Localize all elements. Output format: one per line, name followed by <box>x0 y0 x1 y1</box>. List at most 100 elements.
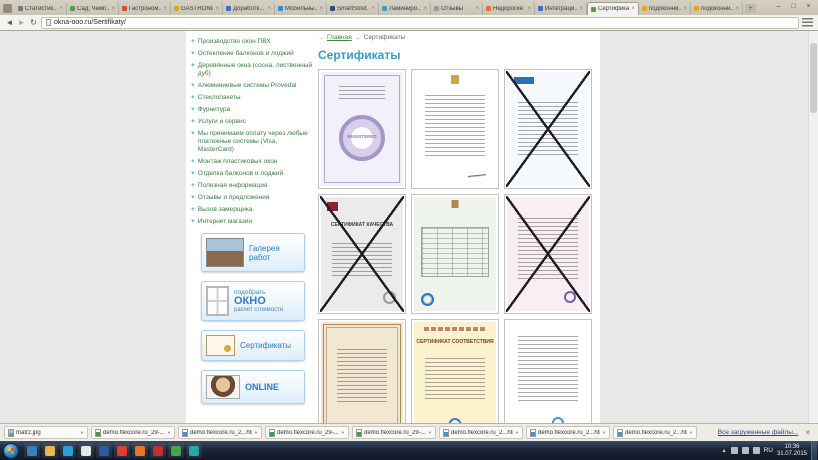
tab-close-icon[interactable]: × <box>215 6 219 12</box>
browser-tab[interactable]: Отзывы × <box>431 2 483 15</box>
show-all-downloads-link[interactable]: Все загруженные файлы... <box>718 429 799 436</box>
sidebar-menu-item[interactable]: + Отделка балконов и лоджий <box>191 170 315 178</box>
sidebar-menu-item[interactable]: + Монтаж пластиковых окон <box>191 158 315 166</box>
taskbar-app-icon[interactable] <box>132 443 148 458</box>
window-calculator-widget[interactable]: подобрать ОКНО расчет стоимости <box>201 281 305 321</box>
sidebar-menu-item[interactable]: + Услуги и сервис <box>191 118 315 126</box>
minimize-button[interactable]: – <box>771 1 786 12</box>
language-indicator[interactable]: RU <box>764 447 773 454</box>
download-item[interactable]: demo.flexcore.ru_2...html ▼ <box>178 426 262 439</box>
sidebar-menu-item[interactable]: + Фурнитура <box>191 106 315 114</box>
tab-close-icon[interactable]: × <box>527 6 531 12</box>
taskbar-app-icon[interactable] <box>186 443 202 458</box>
download-menu-caret-icon[interactable]: ▼ <box>428 430 432 435</box>
gallery-widget[interactable]: Галерея работ <box>201 233 305 272</box>
taskbar-app-icon[interactable] <box>24 443 40 458</box>
download-item[interactable]: demo.flexcore.ru_29-...csv ▼ <box>91 426 175 439</box>
download-menu-caret-icon[interactable]: ▼ <box>515 430 519 435</box>
online-consultant-widget[interactable]: ONLINE <box>201 370 305 404</box>
browser-logo-icon[interactable] <box>3 4 12 13</box>
sidebar-menu-item[interactable]: + Вызов замерщика <box>191 206 315 214</box>
page-scrollbar[interactable] <box>808 31 818 423</box>
taskbar-app-icon[interactable] <box>42 443 58 458</box>
tab-close-icon[interactable]: × <box>475 6 479 12</box>
tab-close-icon[interactable]: × <box>371 6 375 12</box>
browser-tab[interactable]: Сад; Чемп... × <box>67 2 119 15</box>
download-item[interactable]: demo.flexcore.ru_29-...csv ▼ <box>265 426 349 439</box>
tab-close-icon[interactable]: × <box>423 6 427 12</box>
forward-icon[interactable]: ► <box>17 16 26 30</box>
tray-volume-icon[interactable] <box>742 447 749 454</box>
download-menu-caret-icon[interactable]: ▼ <box>341 430 345 435</box>
sidebar-menu-item[interactable]: + Полезная информация <box>191 182 315 190</box>
sidebar-menu-item[interactable]: + Отзывы и предложения <box>191 194 315 202</box>
browser-tab[interactable]: Доработк... × <box>223 2 275 15</box>
certificate-thumbnail[interactable] <box>411 69 499 189</box>
certificate-thumbnail[interactable] <box>504 319 592 423</box>
browser-tab[interactable]: Гастроном... × <box>119 2 171 15</box>
download-menu-caret-icon[interactable]: ▼ <box>167 430 171 435</box>
download-item[interactable]: demo.flexcore.ru_29-...csv ▼ <box>352 426 436 439</box>
download-menu-caret-icon[interactable]: ▼ <box>602 430 606 435</box>
tab-close-icon[interactable]: × <box>735 6 739 12</box>
browser-tab[interactable]: подоконни... × <box>691 2 743 15</box>
certificate-thumbnail[interactable] <box>411 194 499 314</box>
download-item[interactable]: demo.flexcore.ru_2...html ▼ <box>526 426 610 439</box>
taskbar-app-icon[interactable] <box>60 443 76 458</box>
scrollbar-thumb[interactable] <box>810 43 817 113</box>
tab-close-icon[interactable]: × <box>163 6 167 12</box>
browser-tab[interactable]: подоконни... × <box>639 2 691 15</box>
start-button[interactable] <box>3 443 19 459</box>
taskbar-app-icon[interactable] <box>78 443 94 458</box>
close-button[interactable]: × <box>801 1 816 12</box>
browser-tab[interactable]: Недорогие... × <box>483 2 535 15</box>
taskbar-clock[interactable]: 10:36 31.07.2015 <box>777 444 807 458</box>
reload-icon[interactable]: ↻ <box>29 16 38 30</box>
sidebar-menu-item[interactable]: + Остекление балконов и лоджий <box>191 50 315 58</box>
taskbar-app-icon[interactable] <box>96 443 112 458</box>
download-menu-caret-icon[interactable]: ▼ <box>689 430 693 435</box>
tray-action-center-icon[interactable] <box>753 447 760 454</box>
certificate-thumbnail[interactable]: СЕРТИФИКАТ КАЧЕСТВА <box>318 194 406 314</box>
sidebar-menu-item[interactable]: + Оконные блоки MONTBLANC <box>191 31 315 34</box>
tab-close-icon[interactable]: × <box>59 6 63 12</box>
browser-tab[interactable]: Мобильны... × <box>275 2 327 15</box>
taskbar-app-icon[interactable] <box>114 443 130 458</box>
breadcrumb-home-link[interactable]: Главная <box>327 34 352 41</box>
maximize-button[interactable]: □ <box>786 1 801 12</box>
browser-tab[interactable]: SmartSolut... × <box>327 2 379 15</box>
browser-tab[interactable]: Статистик... × <box>15 2 67 15</box>
browser-tab[interactable]: Ламиниро... × <box>379 2 431 15</box>
new-tab-button[interactable]: + <box>745 4 756 13</box>
url-input[interactable]: okna-ooo.ru/Sertifikaty/ <box>41 17 799 29</box>
tab-close-icon[interactable]: × <box>319 6 323 12</box>
tab-close-icon[interactable]: × <box>683 6 687 12</box>
browser-tab[interactable]: GASTRONO... × <box>171 2 223 15</box>
certificate-thumbnail[interactable]: REGISTERED <box>318 69 406 189</box>
certificate-thumbnail[interactable]: СЕРТИФИКАТ СООТВЕТСТВИЯ <box>411 319 499 423</box>
show-desktop-button[interactable] <box>811 441 817 460</box>
browser-tab[interactable]: Интеграци... × <box>535 2 587 15</box>
sidebar-menu-item[interactable]: + Мы принимаем оплату через любые платеж… <box>191 130 315 154</box>
downloads-bar-close-icon[interactable]: × <box>801 428 814 437</box>
sidebar-menu-item[interactable]: + Интернет магазин <box>191 218 315 226</box>
download-item[interactable]: demo.flexcore.ru_2...html ▼ <box>613 426 697 439</box>
certificate-thumbnail[interactable] <box>504 194 592 314</box>
sidebar-menu-item[interactable]: + Стеклопакеты <box>191 94 315 102</box>
certificate-thumbnail[interactable] <box>318 319 406 423</box>
taskbar-app-icon[interactable] <box>150 443 166 458</box>
download-item[interactable]: matrz.jpg ▼ <box>4 426 88 439</box>
tray-expand-icon[interactable]: ▲ <box>722 448 727 454</box>
tab-close-icon[interactable]: × <box>267 6 271 12</box>
back-icon[interactable]: ◄ <box>5 16 14 30</box>
certificates-widget[interactable]: Сертификаты <box>201 330 305 361</box>
tab-close-icon[interactable]: × <box>631 6 635 12</box>
sidebar-menu-item[interactable]: + Деревянные окна (сосна, лиственный дуб… <box>191 62 315 78</box>
tab-close-icon[interactable]: × <box>579 6 583 12</box>
download-menu-caret-icon[interactable]: ▼ <box>80 430 84 435</box>
download-menu-caret-icon[interactable]: ▼ <box>254 430 258 435</box>
taskbar-app-icon[interactable] <box>168 443 184 458</box>
download-item[interactable]: demo.flexcore.ru_2...html ▼ <box>439 426 523 439</box>
browser-tab[interactable]: Сертифика... × <box>587 2 639 15</box>
browser-menu-icon[interactable] <box>802 18 813 27</box>
